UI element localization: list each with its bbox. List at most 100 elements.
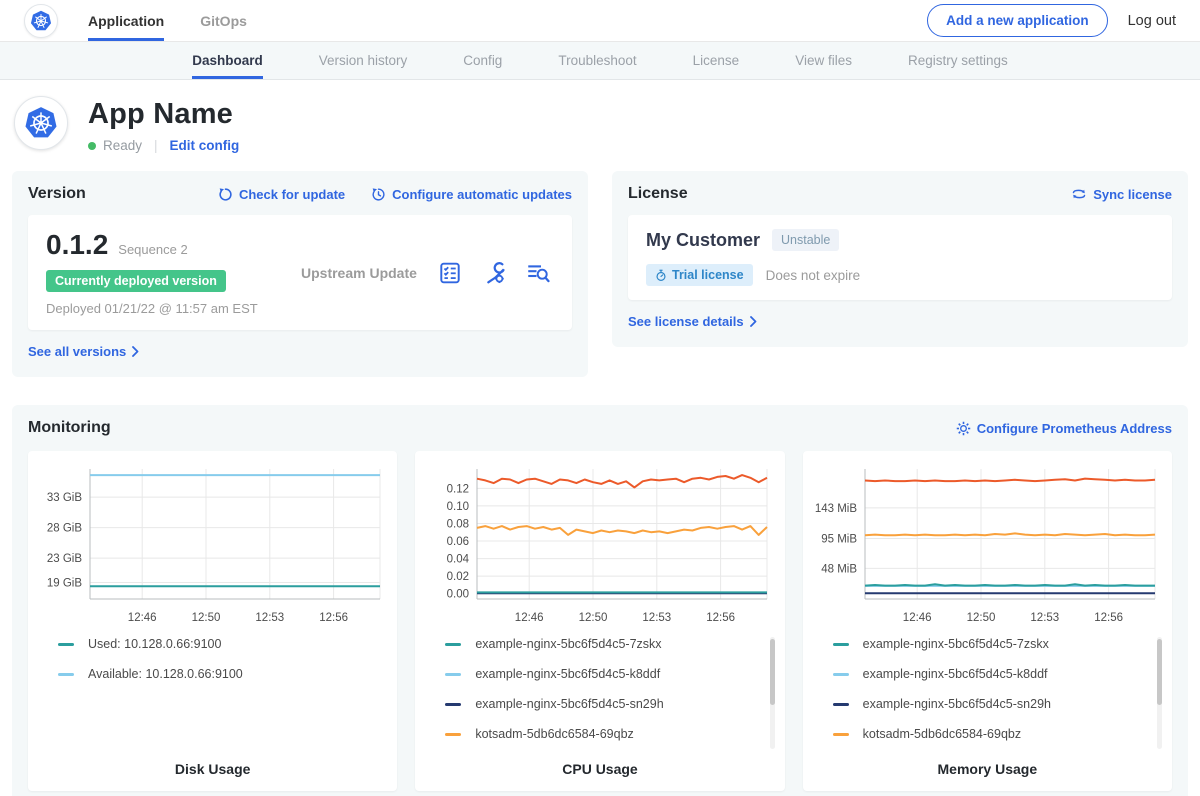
license-expiry: Does not expire <box>766 268 861 283</box>
app-sub-nav: Dashboard Version history Config Trouble… <box>0 42 1200 80</box>
svg-text:48 MiB: 48 MiB <box>821 563 857 575</box>
legend-item: example-nginx-5bc6f5d4c5-7zskx <box>445 637 774 651</box>
legend-scrollbar-thumb[interactable] <box>1157 639 1162 705</box>
legend-item: kotsadm-5db6dc6584-69qbz <box>445 727 774 741</box>
license-type-badge: Trial license <box>646 264 753 286</box>
sync-arrows-icon <box>1071 187 1087 201</box>
legend-swatch <box>833 673 849 676</box>
deployed-badge: Currently deployed version <box>46 270 226 292</box>
svg-text:12:46: 12:46 <box>902 612 931 624</box>
top-nav: Application GitOps Add a new application… <box>0 0 1200 42</box>
cpu-usage-chart: 0.120.100.080.060.040.020.0012:4612:5012… <box>415 457 781 629</box>
kubernetes-logo-icon <box>30 10 52 32</box>
legend-swatch <box>445 673 461 676</box>
preflight-checklist-icon[interactable] <box>438 261 462 285</box>
legend-label: example-nginx-5bc6f5d4c5-sn29h <box>863 697 1051 711</box>
legend-label: example-nginx-5bc6f5d4c5-k8ddf <box>475 667 660 681</box>
version-number: 0.1.2 <box>46 229 108 261</box>
tab-registry-settings[interactable]: Registry settings <box>908 42 1008 79</box>
svg-text:0.10: 0.10 <box>447 501 469 513</box>
top-tab-application[interactable]: Application <box>88 0 164 41</box>
status-text: Ready <box>103 138 142 153</box>
svg-text:12:50: 12:50 <box>966 612 995 624</box>
sync-license-label: Sync license <box>1093 187 1172 202</box>
chevron-right-icon <box>132 346 139 357</box>
sequence-label: Sequence 2 <box>118 242 187 257</box>
legend-label: kotsadm-5db6dc6584-69qbz <box>475 727 633 741</box>
legend-label: example-nginx-5bc6f5d4c5-7zskx <box>475 637 661 651</box>
svg-text:0.04: 0.04 <box>447 554 470 566</box>
legend-item: kotsadm-5db6dc6584-69qbz <box>833 727 1162 741</box>
tab-version-history[interactable]: Version history <box>319 42 408 79</box>
tab-view-files[interactable]: View files <box>795 42 852 79</box>
logs-magnifier-icon[interactable] <box>526 261 550 285</box>
legend-item: Available: 10.128.0.66:9100 <box>58 667 387 681</box>
chart-title: Disk Usage <box>28 761 397 777</box>
tab-dashboard[interactable]: Dashboard <box>192 42 263 79</box>
legend-swatch <box>833 733 849 736</box>
see-all-versions-link[interactable]: See all versions <box>28 344 139 359</box>
check-for-update-link[interactable]: Check for update <box>218 187 345 202</box>
svg-text:12:46: 12:46 <box>128 612 157 624</box>
configure-prometheus-label: Configure Prometheus Address <box>977 421 1172 436</box>
update-source-label: Upstream Update <box>301 265 438 281</box>
svg-text:0.00: 0.00 <box>447 589 469 601</box>
legend-label: example-nginx-5bc6f5d4c5-sn29h <box>475 697 663 711</box>
logout-button[interactable]: Log out <box>1128 13 1176 29</box>
svg-text:0.06: 0.06 <box>447 536 469 548</box>
legend-scrollbar <box>1157 637 1162 749</box>
tab-license[interactable]: License <box>693 42 740 79</box>
svg-text:12:50: 12:50 <box>579 612 608 624</box>
svg-text:28 GiB: 28 GiB <box>47 523 82 535</box>
app-logo <box>14 96 68 150</box>
disk-usage-chart: 33 GiB28 GiB23 GiB19 GiB12:4612:5012:531… <box>28 457 394 629</box>
license-type-label: Trial license <box>672 268 744 282</box>
see-license-details-label: See license details <box>628 314 744 329</box>
svg-text:23 GiB: 23 GiB <box>47 553 82 565</box>
svg-text:19 GiB: 19 GiB <box>47 578 82 590</box>
channel-badge: Unstable <box>772 229 839 251</box>
legend-swatch <box>58 643 74 646</box>
legend-label: kotsadm-5db6dc6584-69qbz <box>863 727 1021 741</box>
top-tab-gitops[interactable]: GitOps <box>200 0 247 41</box>
svg-text:12:56: 12:56 <box>707 612 736 624</box>
chart-title: CPU Usage <box>415 761 784 777</box>
tab-troubleshoot[interactable]: Troubleshoot <box>558 42 636 79</box>
kubernetes-app-icon <box>24 106 58 140</box>
license-card: License Sync license My Customer Unstabl… <box>612 171 1188 347</box>
disk-usage-legend: Used: 10.128.0.66:9100 Available: 10.128… <box>58 637 387 755</box>
svg-text:12:53: 12:53 <box>1030 612 1059 624</box>
see-license-details-link[interactable]: See license details <box>628 314 757 329</box>
legend-label: Used: 10.128.0.66:9100 <box>88 637 221 651</box>
refresh-circle-icon <box>218 187 233 202</box>
edit-config-link[interactable]: Edit config <box>170 138 240 153</box>
configure-auto-updates-link[interactable]: Configure automatic updates <box>371 187 572 202</box>
configure-prometheus-link[interactable]: Configure Prometheus Address <box>956 421 1172 436</box>
chart-title: Memory Usage <box>803 761 1172 777</box>
disk-usage-chart-card: 33 GiB28 GiB23 GiB19 GiB12:4612:5012:531… <box>28 451 397 791</box>
legend-item: example-nginx-5bc6f5d4c5-sn29h <box>833 697 1162 711</box>
top-nav-tabs: Application GitOps <box>88 0 247 41</box>
gear-icon <box>956 421 971 436</box>
wrench-gear-icon[interactable] <box>482 261 506 285</box>
ready-status-dot <box>88 142 96 150</box>
configure-auto-updates-label: Configure automatic updates <box>392 187 572 202</box>
legend-swatch <box>445 733 461 736</box>
legend-item: Used: 10.128.0.66:9100 <box>58 637 387 651</box>
legend-swatch <box>58 673 74 676</box>
svg-text:0.08: 0.08 <box>447 518 469 530</box>
sync-license-link[interactable]: Sync license <box>1071 187 1172 202</box>
brand <box>24 0 58 41</box>
check-for-update-label: Check for update <box>239 187 345 202</box>
legend-item: example-nginx-5bc6f5d4c5-k8ddf <box>445 667 774 681</box>
tab-config[interactable]: Config <box>463 42 502 79</box>
add-application-button[interactable]: Add a new application <box>927 4 1108 37</box>
cpu-usage-legend: example-nginx-5bc6f5d4c5-7zskx example-n… <box>445 637 774 755</box>
kubernetes-logo <box>24 4 58 38</box>
license-details-card: My Customer Unstable Trial license Does … <box>628 215 1172 300</box>
legend-item: example-nginx-5bc6f5d4c5-sn29h <box>445 697 774 711</box>
version-card: Version Check for update Configure au <box>12 171 588 377</box>
memory-usage-chart-card: 143 MiB95 MiB48 MiB12:4612:5012:5312:56 … <box>803 451 1172 791</box>
legend-item: example-nginx-5bc6f5d4c5-7zskx <box>833 637 1162 651</box>
legend-scrollbar-thumb[interactable] <box>770 639 775 705</box>
